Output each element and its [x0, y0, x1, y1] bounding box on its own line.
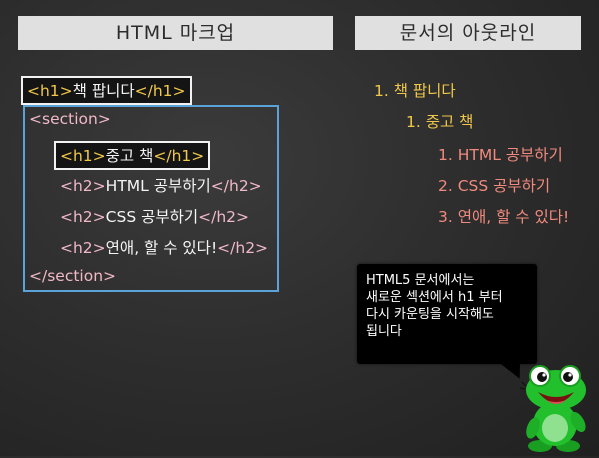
- outline-item-level1: 1. 책 팝니다: [374, 82, 456, 100]
- h2-text: HTML 공부하기: [105, 177, 211, 195]
- code-h1-used-book: <h1>중고 책</h1>: [54, 141, 211, 170]
- section-box: [23, 105, 279, 292]
- code-h2-line: <h2>HTML 공부하기</h2>: [60, 174, 262, 196]
- h2-open-tag: <h2>: [60, 177, 106, 195]
- outline-item-level2: 1. 중고 책: [406, 113, 474, 131]
- speech-line: HTML5 문서에서는: [366, 273, 475, 288]
- code-h2-line: <h2>연애, 할 수 있다!</h2>: [60, 236, 268, 258]
- frog-mascot-icon: [519, 362, 594, 458]
- speech-line: 다시 카운팅을 시작해도: [366, 307, 494, 322]
- h2-close-tag: </h2>: [217, 239, 269, 257]
- code-h1-book-sale: <h1>책 팝니다</h1>: [21, 76, 192, 105]
- outline-item-level3: 1. HTML 공부하기: [438, 146, 563, 164]
- h2-text: CSS 공부하기: [105, 208, 199, 226]
- h2-open-tag: <h2>: [60, 239, 106, 257]
- h2-close-tag: </h2>: [210, 177, 262, 195]
- code-h2-line: <h2>CSS 공부하기</h2>: [60, 205, 249, 227]
- h2-close-tag: </h2>: [198, 208, 250, 226]
- section-open-tag: <section>: [29, 110, 111, 128]
- document-outline-header: 문서의 아웃라인: [355, 16, 581, 50]
- speech-line: 새로운 섹션에서 h1 부터: [366, 290, 503, 305]
- h2-text: 연애, 할 수 있다!: [105, 239, 218, 257]
- inner-h1-open-tag: <h1>: [60, 147, 106, 165]
- section-close-tag: </section>: [29, 267, 117, 285]
- h1-text: 책 팝니다: [72, 82, 135, 100]
- h1-close-tag: </h1>: [134, 82, 186, 100]
- h1-open-tag: <h1>: [27, 82, 73, 100]
- outline-item-level3: 3. 연애, 할 수 있다!: [438, 208, 570, 226]
- inner-h1-close-tag: </h1>: [153, 147, 205, 165]
- outline-item-level3: 2. CSS 공부하기: [438, 177, 551, 195]
- inner-h1-text: 중고 책: [105, 147, 154, 165]
- speech-line: 됩니다: [366, 324, 402, 339]
- speech-bubble-text: HTML5 문서에서는 새로운 섹션에서 h1 부터 다시 카운팅을 시작해도 …: [366, 272, 534, 340]
- html-markup-header: HTML 마크업: [18, 16, 333, 50]
- frog-mascot-icon: [519, 365, 586, 452]
- h2-open-tag: <h2>: [60, 208, 106, 226]
